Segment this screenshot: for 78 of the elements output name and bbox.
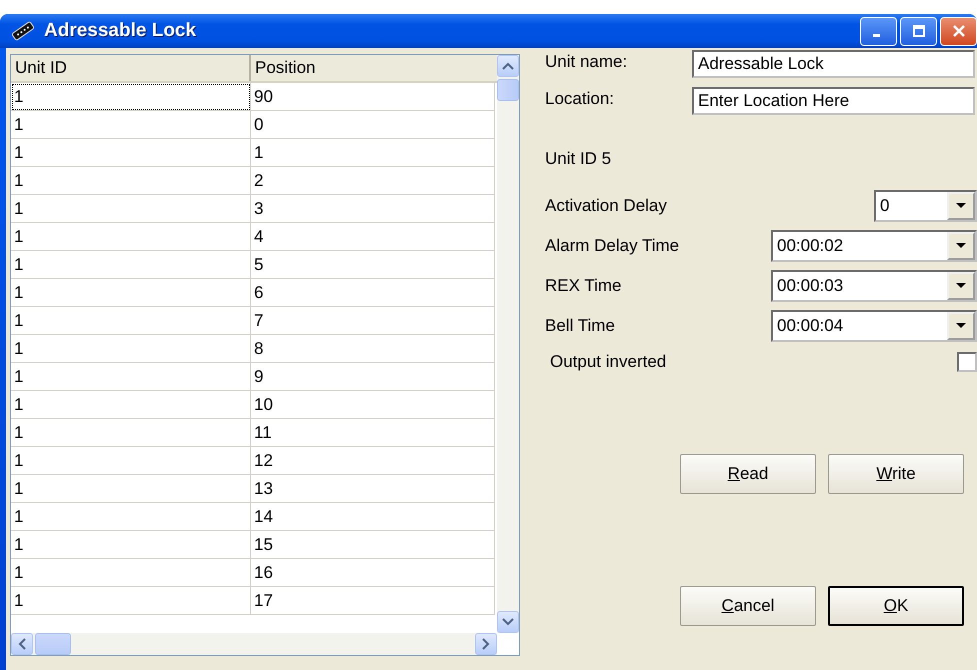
table-cell: 13 — [251, 475, 495, 503]
table-cell: 1 — [11, 83, 251, 111]
caret-left-icon — [18, 638, 26, 650]
table-cell: 1 — [11, 307, 251, 335]
dropdown[interactable]: 0 — [874, 190, 977, 222]
setting-label: Bell Time — [545, 316, 615, 336]
dropdown[interactable]: 00:00:03 — [771, 270, 977, 302]
table-cell: 1 — [251, 139, 495, 167]
table-cell: 14 — [251, 503, 495, 531]
table-cell: 1 — [11, 503, 251, 531]
table-cell: 5 — [251, 251, 495, 279]
table-cell: 10 — [251, 391, 495, 419]
setting-label: REX Time — [545, 276, 622, 296]
text-field[interactable]: Adressable Lock — [692, 50, 975, 78]
table-cell: 1 — [11, 139, 251, 167]
table-cell: 90 — [251, 83, 495, 111]
horizontal-scrollbar[interactable] — [11, 633, 497, 655]
table-cell: 11 — [251, 419, 495, 447]
dropdown[interactable]: 00:00:04 — [771, 310, 977, 342]
minimize-icon — [872, 34, 880, 37]
caret-right-icon — [482, 638, 490, 650]
table-cell: 1 — [11, 391, 251, 419]
table-cell: 1 — [11, 251, 251, 279]
scroll-down-button[interactable] — [497, 611, 519, 633]
vertical-scrollbar[interactable] — [497, 55, 519, 633]
table-cell: 2 — [251, 167, 495, 195]
dialog-button[interactable]: Write — [828, 454, 964, 494]
table-cell: 3 — [251, 195, 495, 223]
scroll-up-button[interactable] — [497, 55, 519, 77]
table-cell: 9 — [251, 363, 495, 391]
table-cell: 1 — [11, 587, 251, 615]
setting-label: Activation Delay — [545, 196, 667, 216]
table-cell: 7 — [251, 307, 495, 335]
checkbox-label: Output inverted — [550, 352, 666, 372]
dialog-button[interactable]: Read — [680, 454, 816, 494]
table-cell: 1 — [11, 419, 251, 447]
caret-up-icon — [502, 62, 514, 70]
scroll-thumb[interactable] — [497, 79, 519, 101]
scroll-right-button[interactable] — [475, 633, 497, 655]
table-cell: 1 — [11, 363, 251, 391]
setting-label: Alarm Delay Time — [545, 236, 680, 256]
table-cell: 1 — [11, 111, 251, 139]
checkbox[interactable] — [957, 352, 977, 372]
field-label: Unit name: — [545, 52, 628, 72]
caret-down-icon — [502, 618, 514, 626]
column-header[interactable]: Unit ID — [11, 55, 251, 81]
table-cell: 1 — [11, 195, 251, 223]
table-cell: 4 — [251, 223, 495, 251]
scroll-thumb[interactable] — [35, 633, 71, 655]
close-button[interactable] — [940, 16, 977, 46]
table-cell: 1 — [11, 223, 251, 251]
scroll-left-button[interactable] — [11, 633, 33, 655]
maximize-icon — [912, 24, 926, 38]
table-cell: 1 — [11, 447, 251, 475]
field-label: Location: — [545, 89, 615, 109]
table-cell: 1 — [11, 335, 251, 363]
table-cell: 17 — [251, 587, 495, 615]
maximize-button[interactable] — [900, 16, 937, 46]
table-cell: 1 — [11, 531, 251, 559]
close-icon — [952, 24, 966, 38]
unit-id-label: Unit ID 5 — [545, 149, 612, 170]
table-cell: 0 — [251, 111, 495, 139]
table-cell: 12 — [251, 447, 495, 475]
table-cell: 16 — [251, 559, 495, 587]
dialog-button[interactable]: OK — [828, 586, 964, 626]
window-title: Adressable Lock — [44, 20, 198, 42]
column-header[interactable]: Position — [251, 55, 495, 81]
dialog-button[interactable]: Cancel — [680, 586, 816, 626]
table-cell: 1 — [11, 475, 251, 503]
table-cell: 6 — [251, 279, 495, 307]
minimize-button[interactable] — [860, 16, 897, 46]
table-cell: 1 — [11, 167, 251, 195]
table-cell: 8 — [251, 335, 495, 363]
table-cell: 15 — [251, 531, 495, 559]
text-field[interactable]: Enter Location Here — [692, 87, 975, 115]
dropdown[interactable]: 00:00:02 — [771, 230, 977, 262]
table-cell: 1 — [11, 279, 251, 307]
table-cell: 1 — [11, 559, 251, 587]
